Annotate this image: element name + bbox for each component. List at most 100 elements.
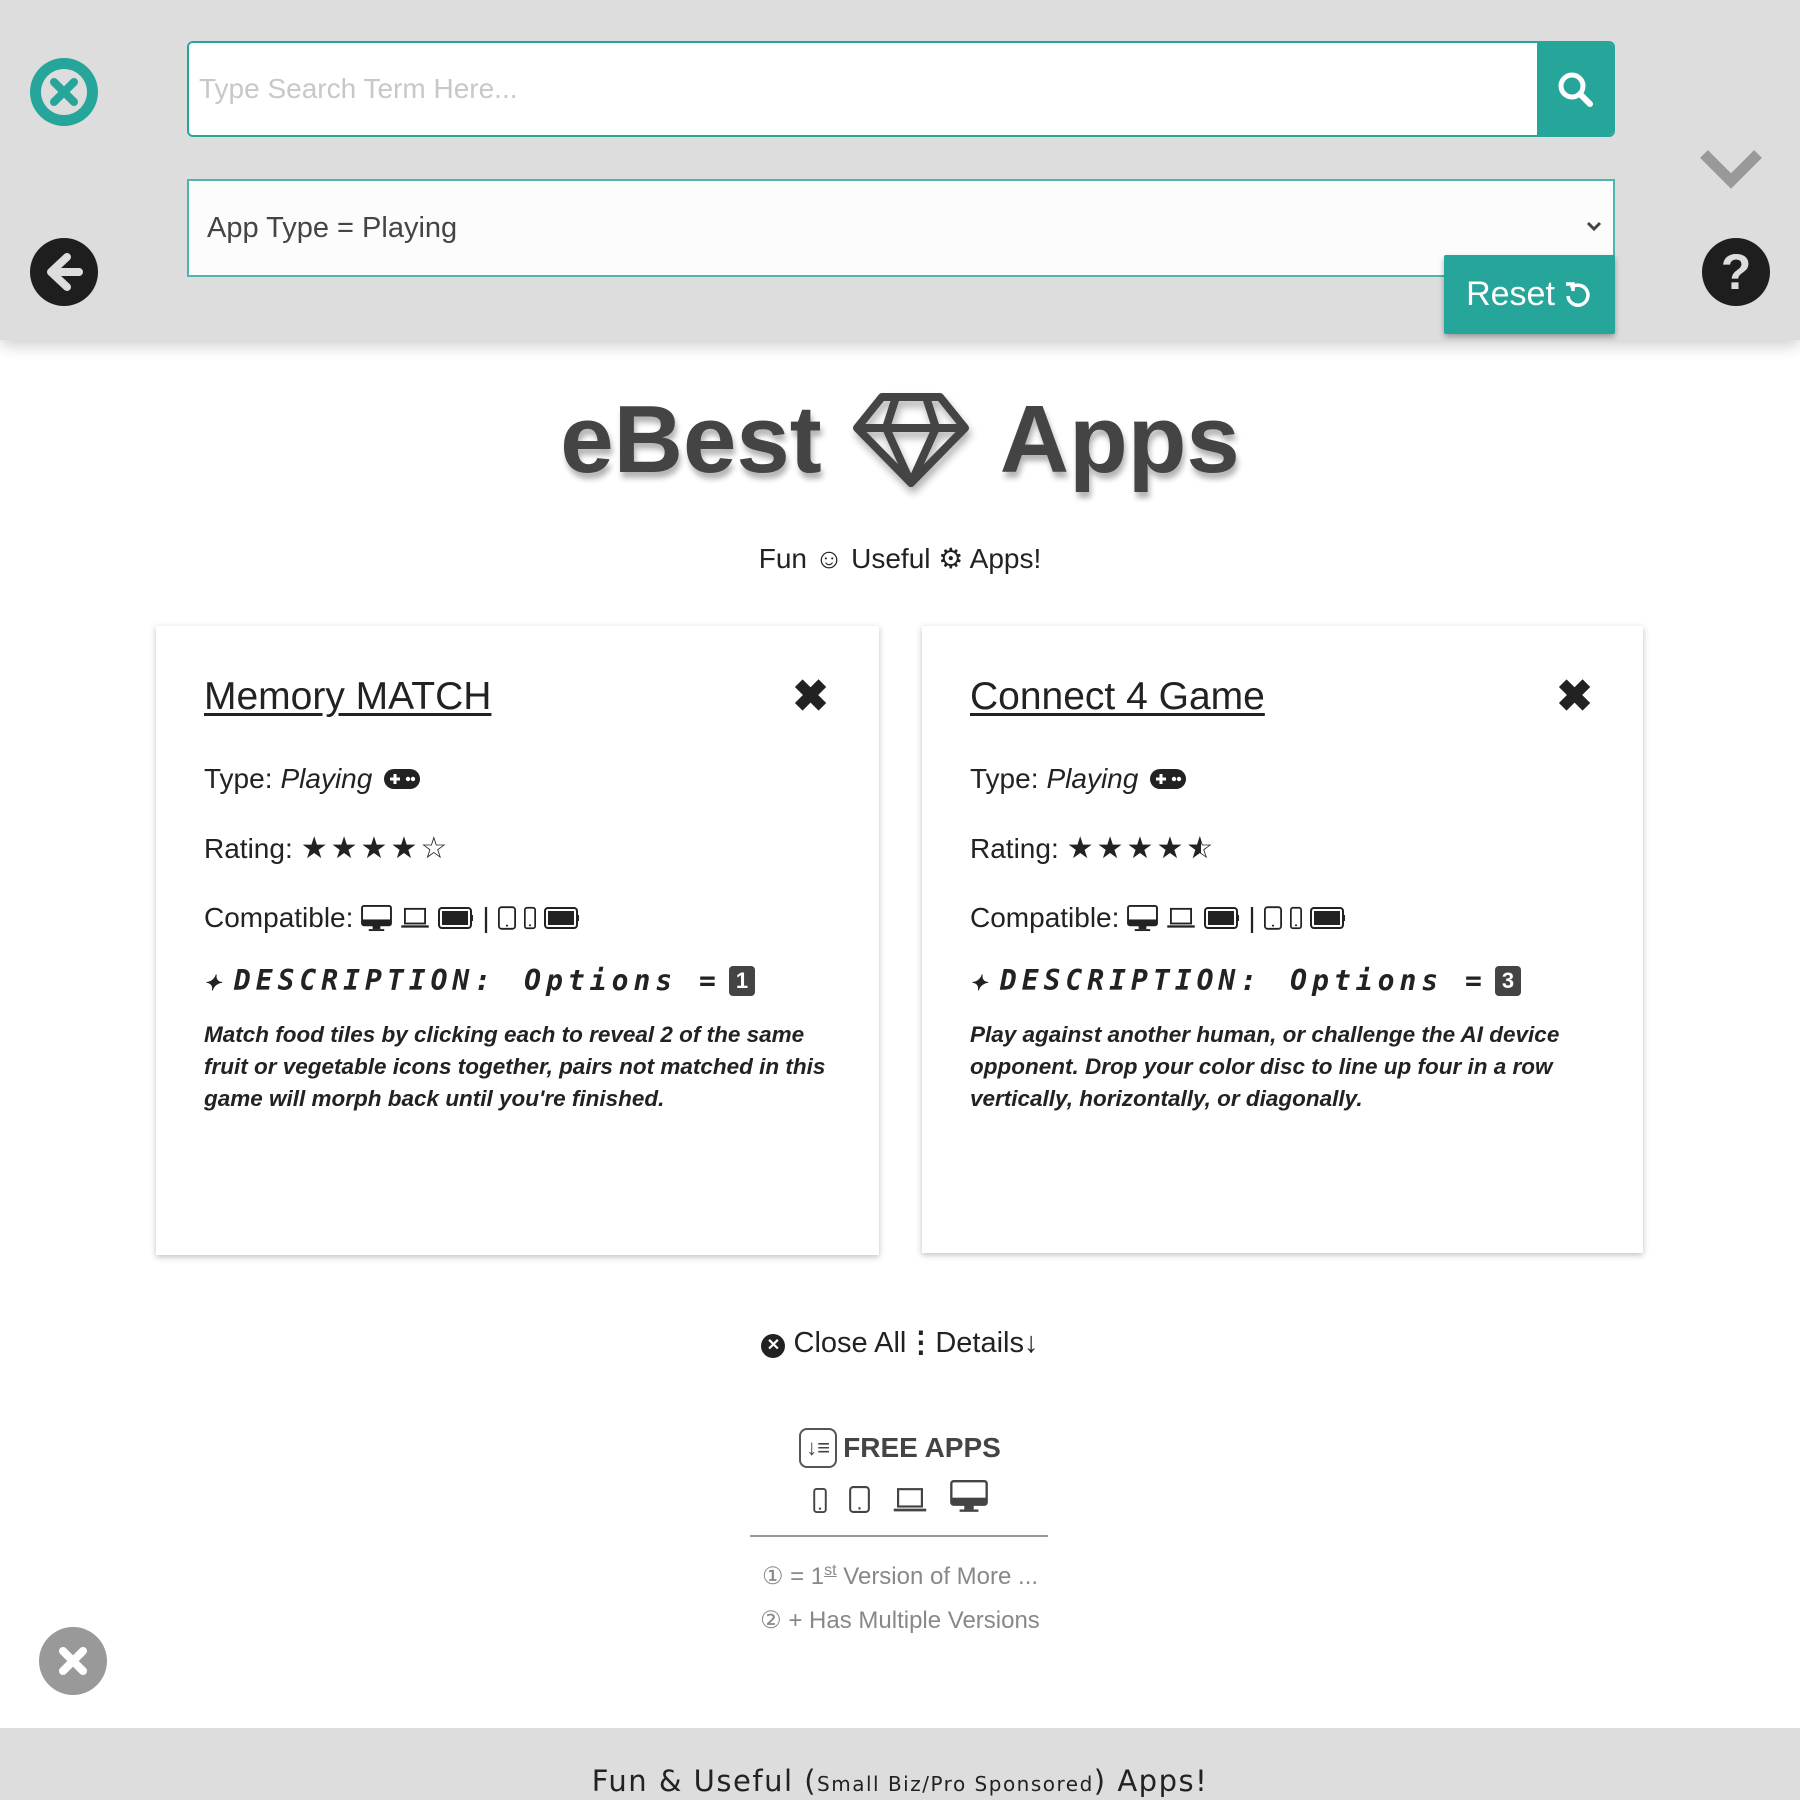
- sparkle-icon: ✦: [970, 964, 992, 997]
- laptop-icon: [892, 1487, 928, 1513]
- gamepad-icon: [384, 768, 420, 790]
- description-label: DESCRIPTION:: [233, 964, 497, 997]
- desktop-icon: [361, 905, 392, 932]
- type-label: Type:: [204, 763, 273, 794]
- options-label: Options =: [1290, 964, 1487, 997]
- tablet-landscape-icon: [1310, 907, 1346, 929]
- gamepad-icon: [1150, 768, 1186, 790]
- divider: [750, 1535, 1048, 1537]
- app-type-select[interactable]: App Type = Playing: [187, 179, 1615, 277]
- note-sup: st: [824, 1562, 837, 1579]
- type-value: Playing: [280, 763, 373, 794]
- tagline: Fun ☺ Useful ⚙ Apps!: [0, 542, 1800, 575]
- laptop-icon: [1166, 907, 1196, 929]
- footer: Fun & Useful (Small Biz/Pro Sponsored) A…: [0, 1728, 1800, 1800]
- compatible-label: Compatible:: [970, 902, 1120, 933]
- app-title-link[interactable]: Connect 4 Game: [970, 675, 1265, 719]
- chevron-down-icon: [1586, 221, 1602, 232]
- type-label: Type:: [970, 763, 1039, 794]
- search-box: [187, 41, 1615, 137]
- close-card-button[interactable]: ✖: [792, 671, 829, 722]
- options-count-badge: 1: [728, 965, 756, 996]
- diamond-icon: [852, 393, 969, 487]
- separator: |: [482, 902, 490, 933]
- star-full-icon: ★: [1066, 832, 1097, 865]
- tablet-landscape-icon: [1204, 907, 1240, 929]
- search-input[interactable]: [189, 43, 1539, 135]
- options-count-badge: 3: [1494, 965, 1522, 996]
- footer-left: Fun & Useful (: [591, 1764, 818, 1798]
- free-apps-label: FREE APPS: [843, 1432, 1001, 1463]
- chevron-down-icon[interactable]: [1698, 148, 1764, 192]
- star-half-icon: ☆: [1186, 831, 1216, 866]
- tablet-icon: [498, 906, 516, 930]
- tablet-landscape-icon: [544, 907, 580, 929]
- compatible-label: Compatible:: [204, 902, 354, 933]
- app-card: Memory MATCH ✖ Type: Playing Rating: ★★★★☆…: [156, 626, 879, 1255]
- star-full-icon: ★: [300, 832, 331, 865]
- sort-icon[interactable]: ↓≡: [799, 1428, 838, 1468]
- sparkle-icon: ✦: [204, 964, 226, 997]
- vertical-dots-icon: ⋮: [906, 1327, 936, 1359]
- back-button[interactable]: [30, 238, 98, 306]
- smile-icon: ☺: [814, 543, 844, 574]
- search-icon: [1558, 72, 1593, 107]
- note-symbol: ②: [760, 1607, 782, 1634]
- app-description: Match food tiles by clicking each to rev…: [204, 1022, 826, 1111]
- star-full-icon: ★: [330, 832, 361, 865]
- close-all-label: Close All: [793, 1327, 907, 1359]
- app-card: Connect 4 Game ✖ Type: Playing Rating: ★★★…: [922, 626, 1643, 1253]
- tablet-icon: [1264, 906, 1282, 930]
- top-toolbar: App Type = Playing Reset ?: [0, 0, 1800, 340]
- description-label: DESCRIPTION:: [999, 964, 1263, 997]
- arrow-down-icon: ↓: [1024, 1327, 1039, 1359]
- desktop-icon: [950, 1480, 988, 1513]
- brand-right: Apps: [999, 386, 1240, 493]
- star-rating: ★★★★☆: [301, 831, 451, 866]
- type-value: Playing: [1046, 763, 1139, 794]
- site-logo: eBest Apps: [0, 385, 1800, 495]
- tablet-landscape-icon: [438, 907, 474, 929]
- rating-label: Rating:: [970, 832, 1059, 864]
- free-apps-heading: ↓≡ FREE APPS: [0, 1428, 1800, 1468]
- tagline-useful: Useful: [851, 543, 931, 574]
- tagline-fun: Fun: [758, 543, 807, 574]
- footer-small: Small Biz/Pro Sponsored: [817, 1772, 1094, 1796]
- phone-icon: [524, 906, 536, 930]
- footer-right: ) Apps!: [1093, 1764, 1209, 1798]
- close-card-button[interactable]: ✖: [1556, 671, 1593, 722]
- note-text: + Has Multiple Versions: [788, 1607, 1040, 1634]
- tablet-icon: [849, 1486, 870, 1513]
- details-label: Details: [935, 1327, 1025, 1359]
- rating-label: Rating:: [204, 832, 293, 864]
- close-icon: [59, 1647, 87, 1675]
- search-button[interactable]: [1537, 43, 1613, 135]
- desktop-icon: [1127, 905, 1158, 932]
- clear-search-button[interactable]: [30, 58, 98, 126]
- star-full-icon: ★: [360, 832, 391, 865]
- star-rating: ★★★★☆: [1067, 831, 1217, 866]
- star-full-icon: ★: [1096, 832, 1127, 865]
- app-description: Play against another human, or challenge…: [970, 1022, 1560, 1111]
- phone-icon: [813, 1488, 827, 1513]
- app-title-link[interactable]: Memory MATCH: [204, 675, 491, 719]
- arrow-left-icon: [47, 253, 83, 291]
- close-circle-icon: ✕: [761, 1334, 786, 1358]
- note-eq: = 1: [790, 1563, 825, 1590]
- phone-icon: [1290, 906, 1302, 930]
- tagline-apps: Apps!: [969, 543, 1042, 574]
- laptop-icon: [400, 907, 430, 929]
- star-empty-icon: ☆: [420, 832, 451, 865]
- close-floating-button[interactable]: [39, 1627, 107, 1695]
- question-icon: ?: [1720, 244, 1752, 300]
- separator: |: [1248, 902, 1256, 933]
- close-circle-icon: [41, 69, 87, 115]
- help-button[interactable]: ?: [1702, 238, 1770, 306]
- reset-button[interactable]: Reset: [1444, 255, 1615, 334]
- star-full-icon: ★: [1156, 832, 1187, 865]
- brand-left: eBest: [560, 386, 822, 493]
- note-symbol: ①: [761, 1563, 784, 1590]
- close-all-details-button[interactable]: ✕ Close All⋮Details↓: [0, 1325, 1800, 1360]
- select-value: App Type = Playing: [207, 211, 458, 244]
- options-label: Options =: [524, 964, 721, 997]
